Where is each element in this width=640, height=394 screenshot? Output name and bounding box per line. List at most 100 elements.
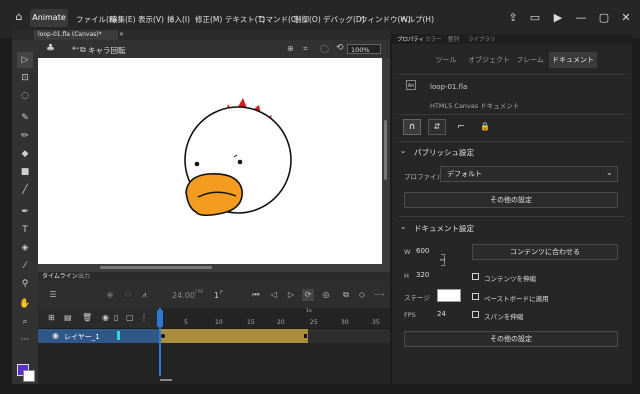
tab-align[interactable]: 整列 bbox=[448, 35, 459, 43]
outline-all-icon[interactable]: ▢ bbox=[126, 313, 134, 322]
timeline-ruler[interactable]: 1s 5 10 15 20 25 30 35 bbox=[160, 308, 390, 328]
prev-frame-icon[interactable]: ◁ bbox=[268, 289, 280, 301]
eraser-icon[interactable]: ◆ bbox=[17, 146, 33, 162]
pencil-icon[interactable]: ✏ bbox=[17, 128, 33, 144]
show-all-icon[interactable]: ◉ bbox=[102, 313, 109, 322]
rotate-icon[interactable]: ◯ bbox=[320, 44, 329, 53]
subtab-document[interactable]: ドキュメント bbox=[549, 52, 597, 68]
zoom-select[interactable]: 100% bbox=[347, 44, 381, 54]
home-icon[interactable]: ⌂ bbox=[12, 10, 26, 24]
close-icon[interactable]: ✕ bbox=[616, 9, 636, 27]
menu-edit[interactable]: 編集(E) bbox=[110, 14, 136, 25]
clip-icon[interactable]: ⌗ bbox=[303, 44, 308, 54]
back-arrow-icon[interactable]: ← bbox=[72, 44, 80, 54]
snap-guides-icon[interactable]: ⌐ bbox=[452, 119, 470, 135]
share-icon[interactable]: ⇪ bbox=[503, 9, 523, 27]
scale-content-checkbox[interactable] bbox=[472, 273, 479, 280]
pin-icon[interactable]: ⚲ bbox=[17, 276, 33, 292]
center-stage-icon[interactable]: ⊕ bbox=[287, 44, 294, 53]
scene-icon[interactable]: ♣ bbox=[46, 43, 55, 54]
play-icon[interactable]: ▶ bbox=[548, 9, 568, 27]
subtab-frame[interactable]: フレーム bbox=[512, 52, 548, 68]
tab-library[interactable]: ライブラリ bbox=[468, 35, 496, 43]
hand-icon[interactable]: ✋ bbox=[17, 296, 33, 312]
camera-icon[interactable]: ◉ bbox=[104, 289, 116, 301]
layer-color-tag[interactable] bbox=[117, 331, 120, 340]
new-folder-icon[interactable]: ▤ bbox=[64, 313, 72, 322]
vertical-scrollbar[interactable] bbox=[384, 120, 387, 180]
profile-select[interactable]: デフォルト bbox=[440, 166, 618, 182]
onion-skin-icon[interactable]: ◎ bbox=[320, 289, 332, 301]
stage-color-swatch[interactable] bbox=[437, 289, 461, 302]
timeline-scrollbar[interactable] bbox=[160, 379, 172, 381]
menu-view[interactable]: 表示(V) bbox=[138, 14, 164, 25]
new-layer-icon[interactable]: ⊞ bbox=[48, 313, 55, 322]
empty-frames[interactable] bbox=[308, 329, 390, 343]
more-tools-icon[interactable]: ··· bbox=[17, 332, 33, 348]
edit-multiple-icon[interactable]: ⧉ bbox=[340, 289, 352, 301]
zoom-icon[interactable]: ⌕ bbox=[17, 314, 33, 330]
doc-more-settings-button[interactable]: その他の設定 bbox=[404, 331, 618, 347]
chevron-down-icon[interactable]: ⌄ bbox=[400, 146, 406, 155]
width-value[interactable]: 600 bbox=[416, 247, 429, 255]
lasso-icon[interactable]: ◌ bbox=[17, 88, 33, 104]
paint-bucket-icon[interactable]: ◈ bbox=[17, 240, 33, 256]
parent-icon[interactable]: ⚇ bbox=[122, 289, 134, 301]
text-tool-icon[interactable]: T bbox=[17, 222, 33, 238]
tab-output[interactable]: 出力 bbox=[78, 272, 90, 282]
menu-control[interactable]: 制御(O) bbox=[294, 14, 321, 25]
menu-insert[interactable]: 挿入(I) bbox=[167, 14, 190, 25]
maximize-icon[interactable]: ▢ bbox=[594, 9, 614, 27]
lock-icon[interactable]: 🔒 bbox=[476, 119, 494, 135]
link-icon[interactable]: ⚯ bbox=[440, 257, 445, 264]
graph-icon[interactable]: ⩘ bbox=[138, 289, 150, 301]
menu-commands[interactable]: コマンド(C) bbox=[258, 14, 299, 25]
snap-icon[interactable]: ∩ bbox=[403, 119, 421, 135]
publish-section-title[interactable]: パブリッシュ設定 bbox=[414, 147, 474, 158]
tab-close-icon[interactable]: ✕ bbox=[119, 30, 127, 40]
fill-color-swatch[interactable] bbox=[23, 370, 35, 382]
doc-settings-section-title[interactable]: ドキュメント設定 bbox=[414, 223, 474, 234]
layer-visible-icon[interactable]: ◉ bbox=[52, 331, 59, 340]
stage[interactable] bbox=[38, 58, 382, 264]
keyframe-end[interactable] bbox=[304, 334, 307, 338]
fps-value[interactable]: 24.00 bbox=[172, 291, 195, 300]
lock-all-icon[interactable]: ▯ bbox=[114, 313, 118, 322]
playhead-handle[interactable] bbox=[157, 310, 163, 327]
snap-grid-icon[interactable]: ⇵ bbox=[428, 119, 446, 135]
minimize-icon[interactable]: — bbox=[571, 9, 591, 27]
chevron-down-icon[interactable]: ⌄ bbox=[400, 222, 406, 231]
line-icon[interactable]: ╱ bbox=[17, 182, 33, 198]
tab-color[interactable]: カラー bbox=[425, 35, 442, 43]
menu-modify[interactable]: 修正(M) bbox=[195, 14, 222, 25]
delete-layer-icon[interactable]: 🗑 bbox=[82, 313, 92, 322]
publish-more-settings-button[interactable]: その他の設定 bbox=[404, 192, 618, 208]
fps-input[interactable]: 24 bbox=[437, 310, 446, 318]
subtab-object[interactable]: オブジェクト bbox=[466, 52, 512, 68]
height-value[interactable]: 320 bbox=[416, 271, 429, 279]
horizontal-scrollbar[interactable] bbox=[100, 266, 212, 269]
selection-tool-icon[interactable]: ▷ bbox=[17, 52, 33, 68]
loop-icon[interactable]: ⟳ bbox=[302, 289, 314, 301]
next-frame-icon[interactable]: ▷ bbox=[285, 289, 297, 301]
dropdown-chevron-icon[interactable]: ⌄ bbox=[606, 168, 613, 177]
layer-name[interactable]: レイヤー_1 bbox=[64, 332, 100, 342]
first-frame-icon[interactable]: ⏮ bbox=[250, 289, 262, 301]
frame-span[interactable] bbox=[160, 329, 308, 343]
tween-icon[interactable]: ⟿ bbox=[373, 289, 385, 301]
match-contents-button[interactable]: コンテンツに合わせる bbox=[472, 244, 618, 260]
menu-help[interactable]: ヘルプ(H) bbox=[400, 14, 434, 25]
document-tab[interactable]: loop-01.fla (Canvas)* bbox=[34, 30, 118, 40]
more-layer-icon[interactable]: ⋮ bbox=[140, 313, 148, 322]
eyedropper-icon[interactable]: ⁄ bbox=[17, 258, 33, 274]
current-frame[interactable]: 1 bbox=[214, 291, 219, 300]
rotation-reset-icon[interactable]: ⟲ bbox=[336, 43, 344, 53]
rectangle-icon[interactable]: ■ bbox=[17, 164, 33, 180]
brush-icon[interactable]: ✎ bbox=[17, 110, 33, 126]
keyframe-icon[interactable]: ◇ bbox=[356, 289, 368, 301]
tab-timeline[interactable]: タイムライン bbox=[42, 272, 78, 282]
tab-properties[interactable]: プロパティ bbox=[397, 35, 424, 43]
scale-spans-checkbox[interactable] bbox=[472, 311, 479, 318]
apply-pasteboard-checkbox[interactable] bbox=[472, 293, 479, 300]
layers-icon[interactable]: ☰ bbox=[47, 289, 59, 301]
